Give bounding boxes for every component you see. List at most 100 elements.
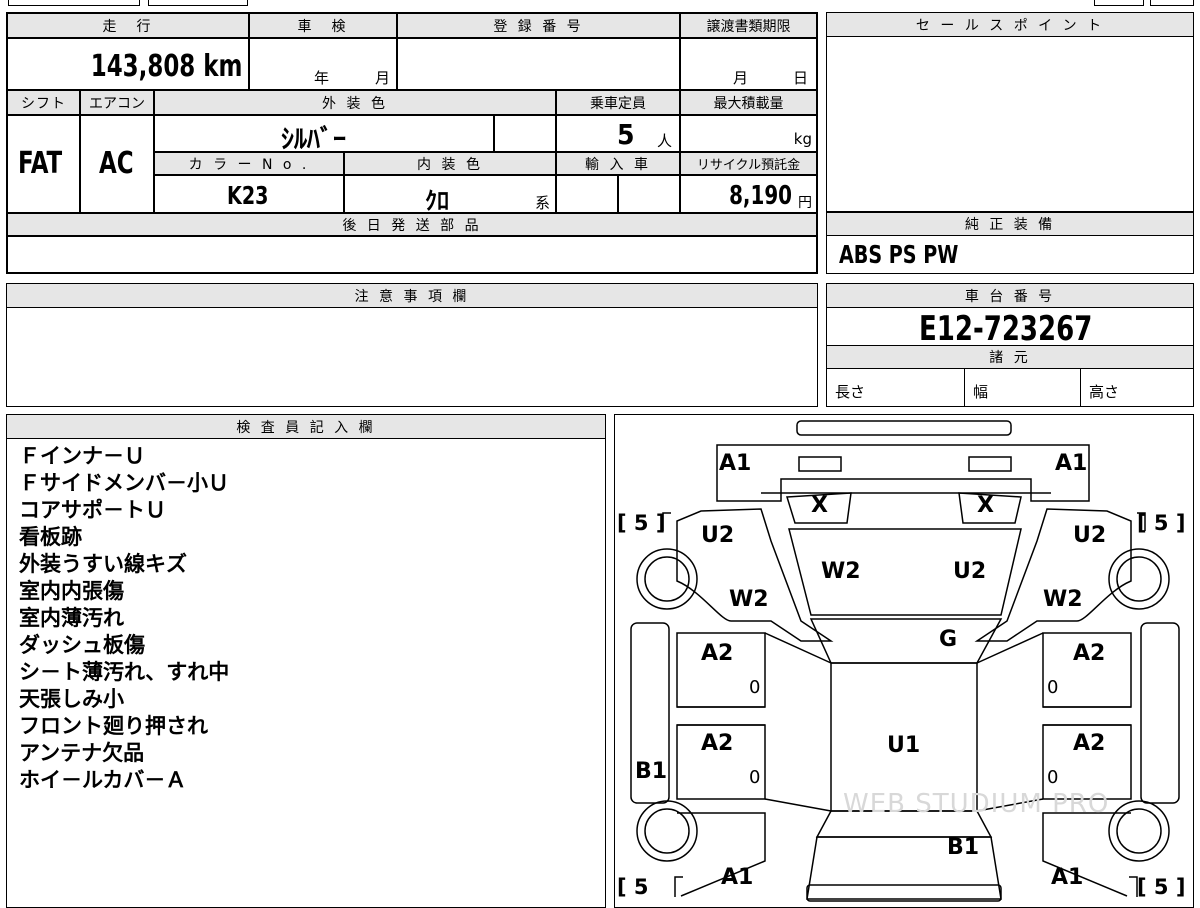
label-zero-2: 0 bbox=[1047, 677, 1059, 698]
oem-equipment-cell: ABS PS PW bbox=[826, 235, 1194, 274]
interior-color-header: 内 装 色 bbox=[344, 152, 556, 175]
max-load-unit: kg bbox=[793, 130, 812, 148]
right-side-skirt bbox=[1140, 622, 1180, 804]
exterior-color-extra-cell bbox=[494, 115, 556, 152]
interior-color-value: ｸﾛ bbox=[425, 187, 449, 215]
inspector-cell: Ｆインナ－Ｕ Ｆサイドメンバ－小Ｕ コアサポ－トＵ 看板跡 外装うすい線キズ 室… bbox=[6, 438, 606, 908]
transfer-deadline-header: 譲渡書類期限 bbox=[680, 13, 817, 38]
label-w2-right: W2 bbox=[1043, 587, 1083, 612]
label-a2-front-left: A2 bbox=[701, 641, 734, 666]
label-tire-front-right: [ 5 ] bbox=[1137, 511, 1186, 535]
sales-point-header: セ ー ル ス ポ イ ン ト bbox=[826, 12, 1194, 37]
color-no-value: K23 bbox=[227, 181, 269, 210]
label-u1: U1 bbox=[887, 733, 921, 758]
label-u2-left: U2 bbox=[701, 523, 735, 548]
label-a1-front-right: A1 bbox=[1055, 451, 1088, 476]
height-label: 高さ bbox=[1089, 383, 1120, 401]
wheel-rear-right-inner bbox=[1116, 808, 1162, 854]
label-a1-front-left: A1 bbox=[719, 451, 752, 476]
capacity-unit: 人 bbox=[657, 132, 673, 150]
shift-cell: FAT bbox=[7, 115, 80, 213]
car-diagram-panel: A1 A1 X X [ 5 ] [ 5 ] U2 U2 W2 U2 W2 W2 … bbox=[614, 414, 1194, 908]
remark-line: シ－ト薄汚れ、すれ中 bbox=[19, 660, 230, 684]
wheel-rear-left-inner bbox=[644, 808, 690, 854]
chassis-no-header: 車 台 番 号 bbox=[826, 283, 1194, 308]
label-zero-3: 0 bbox=[749, 767, 761, 788]
import-cell-a bbox=[556, 175, 618, 213]
label-tire-front-left: [ 5 ] bbox=[617, 511, 666, 535]
import-cell-b bbox=[618, 175, 680, 213]
label-x-right: X bbox=[977, 493, 994, 518]
label-u2-right: U2 bbox=[1073, 523, 1107, 548]
remark-line: アンテナ欠品 bbox=[19, 741, 145, 765]
capacity-header: 乗車定員 bbox=[556, 90, 680, 115]
max-load-header: 最大積載量 bbox=[680, 90, 817, 115]
recycle-fee-value: 8,190 bbox=[729, 181, 792, 211]
transfer-deadline-cell: 月 日 bbox=[680, 38, 817, 90]
label-w2-hood: W2 bbox=[821, 559, 861, 584]
remark-line: 室内内張傷 bbox=[19, 579, 124, 603]
later-parts-header: 後 日 発 送 部 品 bbox=[7, 213, 817, 236]
oem-equipment-value: ABS PS PW bbox=[839, 240, 959, 269]
recycle-fee-cell: 8,190 円 bbox=[680, 175, 817, 213]
remark-line: 外装うすい線キズ bbox=[19, 552, 187, 576]
import-header: 輸 入 車 bbox=[556, 152, 680, 175]
max-load-cell: kg bbox=[680, 115, 817, 152]
chassis-no-value: E12-723267 bbox=[919, 309, 1093, 349]
wheel-rear-left bbox=[636, 800, 698, 862]
label-b1-rear: B1 bbox=[947, 835, 980, 860]
mileage-header: 走 行 bbox=[7, 13, 249, 38]
capacity-value: 5 bbox=[617, 118, 635, 151]
remark-line: Ｆインナ－Ｕ bbox=[19, 444, 145, 468]
notes-header: 注 意 事 項 欄 bbox=[6, 283, 818, 308]
interior-suffix: 系 bbox=[535, 194, 551, 212]
top-strip bbox=[0, 0, 1200, 8]
inspection-cell: 年 月 bbox=[249, 38, 397, 90]
label-zero-1: 0 bbox=[749, 677, 761, 698]
oem-equipment-header: 純 正 装 備 bbox=[826, 212, 1194, 236]
label-a2-rear-left: A2 bbox=[701, 731, 734, 756]
later-parts-cell bbox=[7, 236, 817, 273]
remark-line: フロント廻り押され bbox=[19, 714, 208, 738]
length-label: 長さ bbox=[835, 383, 866, 401]
exterior-color-value: ｼﾙﾊﾞｰ bbox=[281, 125, 347, 155]
label-a1-rear-right: A1 bbox=[1051, 865, 1084, 890]
remark-line: 天張しみ小 bbox=[19, 687, 124, 711]
chassis-no-cell: E12-723267 bbox=[826, 307, 1194, 349]
windshield bbox=[809, 618, 1003, 664]
remark-line: 看板跡 bbox=[19, 525, 82, 549]
shift-header: シフト bbox=[7, 90, 80, 115]
specs-height: 高さ bbox=[1081, 369, 1193, 406]
wheel-front-left-inner bbox=[644, 556, 690, 602]
mileage-cell: 143,808 km bbox=[7, 38, 249, 90]
wheel-front-right bbox=[1108, 548, 1170, 610]
color-no-cell: K23 bbox=[154, 175, 344, 213]
inspection-month: 月 bbox=[375, 69, 391, 87]
label-w2-left: W2 bbox=[729, 587, 769, 612]
inspection-year: 年 bbox=[314, 69, 330, 87]
label-zero-4: 0 bbox=[1047, 767, 1059, 788]
capacity-cell: 5 人 bbox=[556, 115, 680, 152]
notes-cell bbox=[6, 307, 818, 407]
front-bumper bbox=[796, 420, 1012, 436]
headlight-left bbox=[798, 456, 842, 472]
interior-color-cell: ｸﾛ 系 bbox=[344, 175, 556, 215]
label-tire-rear-right: [ 5 ] bbox=[1137, 875, 1186, 899]
label-a2-rear-right: A2 bbox=[1073, 731, 1106, 756]
remark-line: ホイ－ルカバ－Ａ bbox=[19, 768, 187, 792]
mileage-value: 143,808 km bbox=[90, 49, 242, 84]
watermark: WEB STUDIUM PRO bbox=[843, 789, 1110, 819]
label-a2-front-right: A2 bbox=[1073, 641, 1106, 666]
label-u2-hood: U2 bbox=[953, 559, 987, 584]
shift-value: FAT bbox=[18, 146, 63, 181]
recycle-fee-unit: 円 bbox=[798, 195, 812, 211]
tire-bracket-rr bbox=[1129, 876, 1138, 897]
width-label: 幅 bbox=[973, 383, 989, 401]
transfer-month: 月 bbox=[733, 69, 749, 87]
registration-cell bbox=[397, 38, 680, 90]
recycle-fee-header: リサイクル預託金 bbox=[680, 152, 817, 175]
wheel-front-left bbox=[636, 548, 698, 610]
label-b1-left: B1 bbox=[635, 759, 668, 784]
inspector-header: 検 査 員 記 入 欄 bbox=[6, 414, 606, 439]
vehicle-info-table: 走 行 車 検 登 録 番 号 譲渡書類期限 143,808 km 年 月 月 … bbox=[6, 12, 818, 274]
